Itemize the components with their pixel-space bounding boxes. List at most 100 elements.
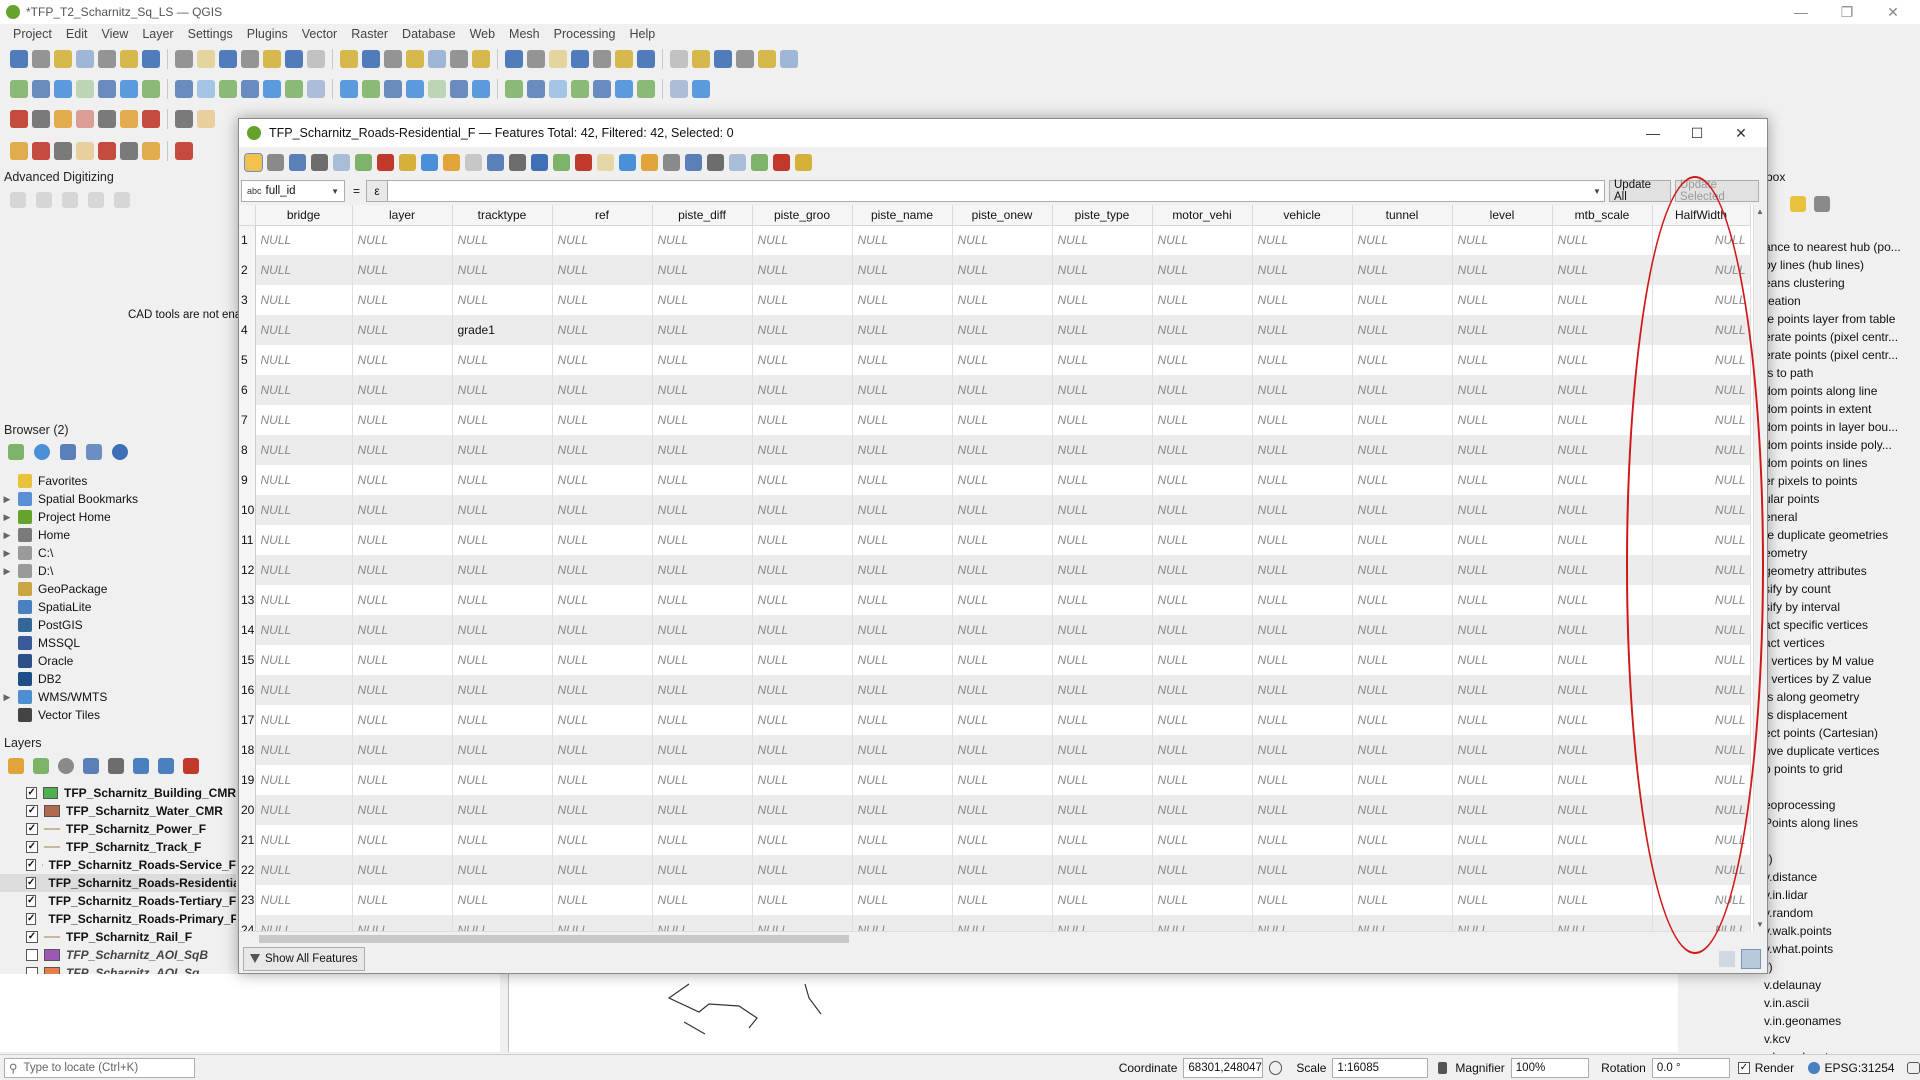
table-cell[interactable]: NULL xyxy=(552,915,653,931)
table-cell[interactable]: NULL xyxy=(452,885,553,915)
toolbar-tool-icon[interactable] xyxy=(98,142,116,160)
table-cell[interactable]: NULL xyxy=(1452,255,1553,285)
table-cell[interactable]: NULL xyxy=(552,585,653,615)
table-cell[interactable]: NULL xyxy=(852,765,953,795)
toolbar-tool-icon[interactable] xyxy=(384,80,402,98)
toolbar-tool-icon[interactable] xyxy=(571,50,589,68)
layer-visibility-checkbox[interactable]: ✓ xyxy=(26,805,38,817)
table-cell[interactable]: NULL xyxy=(1652,465,1751,495)
rotation-field[interactable]: 0.0 ° xyxy=(1651,1057,1731,1078)
table-cell[interactable]: NULL xyxy=(1052,795,1153,825)
table-cell[interactable]: NULL xyxy=(652,315,753,345)
table-cell[interactable]: NULL xyxy=(852,255,953,285)
toolbar-tool-icon[interactable] xyxy=(637,50,655,68)
toolbar-tool-icon[interactable] xyxy=(472,80,490,98)
table-cell[interactable]: NULL xyxy=(952,285,1053,315)
table-cell[interactable]: NULL xyxy=(1052,465,1153,495)
table-cell[interactable]: NULL xyxy=(1452,315,1553,345)
table-view-icon[interactable] xyxy=(1741,949,1761,969)
cad-tool-icon[interactable] xyxy=(88,192,104,208)
table-cell[interactable]: NULL xyxy=(452,285,553,315)
update-selected-button[interactable]: Update Selected xyxy=(1675,179,1759,203)
table-cell[interactable]: NULL xyxy=(752,435,853,465)
table-row[interactable]: 10 NULL NULL NULL NULL NULL NULL NULL NULL NULL NU… xyxy=(239,495,1751,525)
toolbar-tool-icon[interactable] xyxy=(54,142,72,160)
table-cell[interactable]: NULL xyxy=(752,675,853,705)
processing-algorithm-item[interactable]: v.in.lidar xyxy=(1764,888,1912,906)
column-header-bridge[interactable]: bridge xyxy=(255,205,353,226)
row-number[interactable]: 10 xyxy=(239,495,256,525)
menu-layer[interactable]: Layer xyxy=(135,27,180,41)
table-cell[interactable]: NULL xyxy=(552,525,653,555)
table-cell[interactable]: NULL xyxy=(1152,315,1253,345)
toolbar-tool-icon[interactable] xyxy=(527,80,545,98)
table-cell[interactable]: NULL xyxy=(952,585,1053,615)
table-cell[interactable]: NULL xyxy=(752,795,853,825)
table-cell[interactable]: NULL xyxy=(1052,675,1153,705)
processing-algorithm-item[interactable]: v.delaunay xyxy=(1764,978,1912,996)
toolbar-tool-icon[interactable] xyxy=(263,80,281,98)
table-cell[interactable]: NULL xyxy=(852,915,953,931)
messages-icon[interactable] xyxy=(1906,1061,1920,1074)
open-styling-icon[interactable] xyxy=(8,758,24,774)
table-cell[interactable]: NULL xyxy=(752,225,853,255)
table-cell[interactable]: NULL xyxy=(1052,435,1153,465)
minimize-icon[interactable]: — xyxy=(1778,0,1824,24)
table-row[interactable]: 11 NULL NULL NULL NULL NULL NULL NULL NULL NULL NU… xyxy=(239,525,1751,555)
row-number[interactable]: 14 xyxy=(239,615,256,645)
table-row[interactable]: 20 NULL NULL NULL NULL NULL NULL NULL NULL NULL NU… xyxy=(239,795,1751,825)
row-number[interactable]: 1 xyxy=(239,225,256,255)
dialog-close-icon[interactable]: ✕ xyxy=(1719,119,1763,147)
table-cell[interactable]: NULL xyxy=(1252,255,1353,285)
table-row[interactable]: 7 NULL NULL NULL NULL NULL NULL NULL NULL NULL NUL… xyxy=(239,405,1751,435)
attribute-tool-icon[interactable] xyxy=(685,153,702,171)
table-cell[interactable]: NULL xyxy=(652,525,753,555)
table-cell[interactable]: NULL xyxy=(1652,885,1751,915)
menu-help[interactable]: Help xyxy=(622,27,662,41)
row-number[interactable]: 2 xyxy=(239,255,256,285)
coordinate-field[interactable]: 68301,248047 xyxy=(1183,1057,1263,1078)
table-cell[interactable]: NULL xyxy=(255,765,353,795)
toolbar-tool-icon[interactable] xyxy=(76,110,94,128)
toolbar-tool-icon[interactable] xyxy=(406,50,424,68)
table-cell[interactable]: NULL xyxy=(952,525,1053,555)
table-cell[interactable]: NULL xyxy=(255,825,353,855)
table-cell[interactable]: NULL xyxy=(1552,255,1653,285)
table-cell[interactable]: NULL xyxy=(1552,555,1653,585)
table-cell[interactable]: NULL xyxy=(952,675,1053,705)
table-cell[interactable]: NULL xyxy=(255,315,353,345)
table-cell[interactable]: NULL xyxy=(652,375,753,405)
column-header-vehicle[interactable]: vehicle xyxy=(1252,205,1353,226)
table-cell[interactable]: NULL xyxy=(552,495,653,525)
toolbar-tool-icon[interactable] xyxy=(219,80,237,98)
table-cell[interactable]: NULL xyxy=(1352,435,1453,465)
table-cell[interactable]: NULL xyxy=(1452,855,1553,885)
toolbar-tool-icon[interactable] xyxy=(736,50,754,68)
table-cell[interactable]: NULL xyxy=(1252,855,1353,885)
processing-algorithm-item[interactable]: act specific vertices xyxy=(1764,618,1912,636)
table-cell[interactable]: NULL xyxy=(452,825,553,855)
table-row[interactable]: 24 NULL NULL NULL NULL NULL NULL NULL NULL NULL NU… xyxy=(239,915,1751,931)
magnifier-field[interactable]: 100% xyxy=(1510,1057,1590,1078)
table-cell[interactable]: NULL xyxy=(1052,555,1153,585)
table-cell[interactable]: NULL xyxy=(1252,465,1353,495)
row-number[interactable]: 16 xyxy=(239,675,256,705)
table-cell[interactable]: NULL xyxy=(1252,345,1353,375)
table-cell[interactable]: NULL xyxy=(1452,465,1553,495)
table-cell[interactable]: NULL xyxy=(452,735,553,765)
processing-algorithm-item[interactable]: ular points xyxy=(1764,492,1912,510)
attribute-tool-icon[interactable] xyxy=(773,153,790,171)
table-cell[interactable]: NULL xyxy=(1252,315,1353,345)
table-cell[interactable]: NULL xyxy=(352,255,453,285)
browser-item[interactable]: ▶ D:\ xyxy=(0,562,236,580)
table-cell[interactable]: NULL xyxy=(552,465,653,495)
table-cell[interactable]: NULL xyxy=(1552,645,1653,675)
table-cell[interactable]: NULL xyxy=(1152,375,1253,405)
update-all-button[interactable]: Update All xyxy=(1609,179,1671,203)
attribute-tool-icon[interactable] xyxy=(619,153,636,171)
browser-item[interactable]: PostGIS xyxy=(0,616,236,634)
browser-item[interactable]: Vector Tiles xyxy=(0,706,236,724)
toolbar-tool-icon[interactable] xyxy=(241,80,259,98)
table-cell[interactable]: NULL xyxy=(1252,825,1353,855)
toolbar-tool-icon[interactable] xyxy=(593,80,611,98)
